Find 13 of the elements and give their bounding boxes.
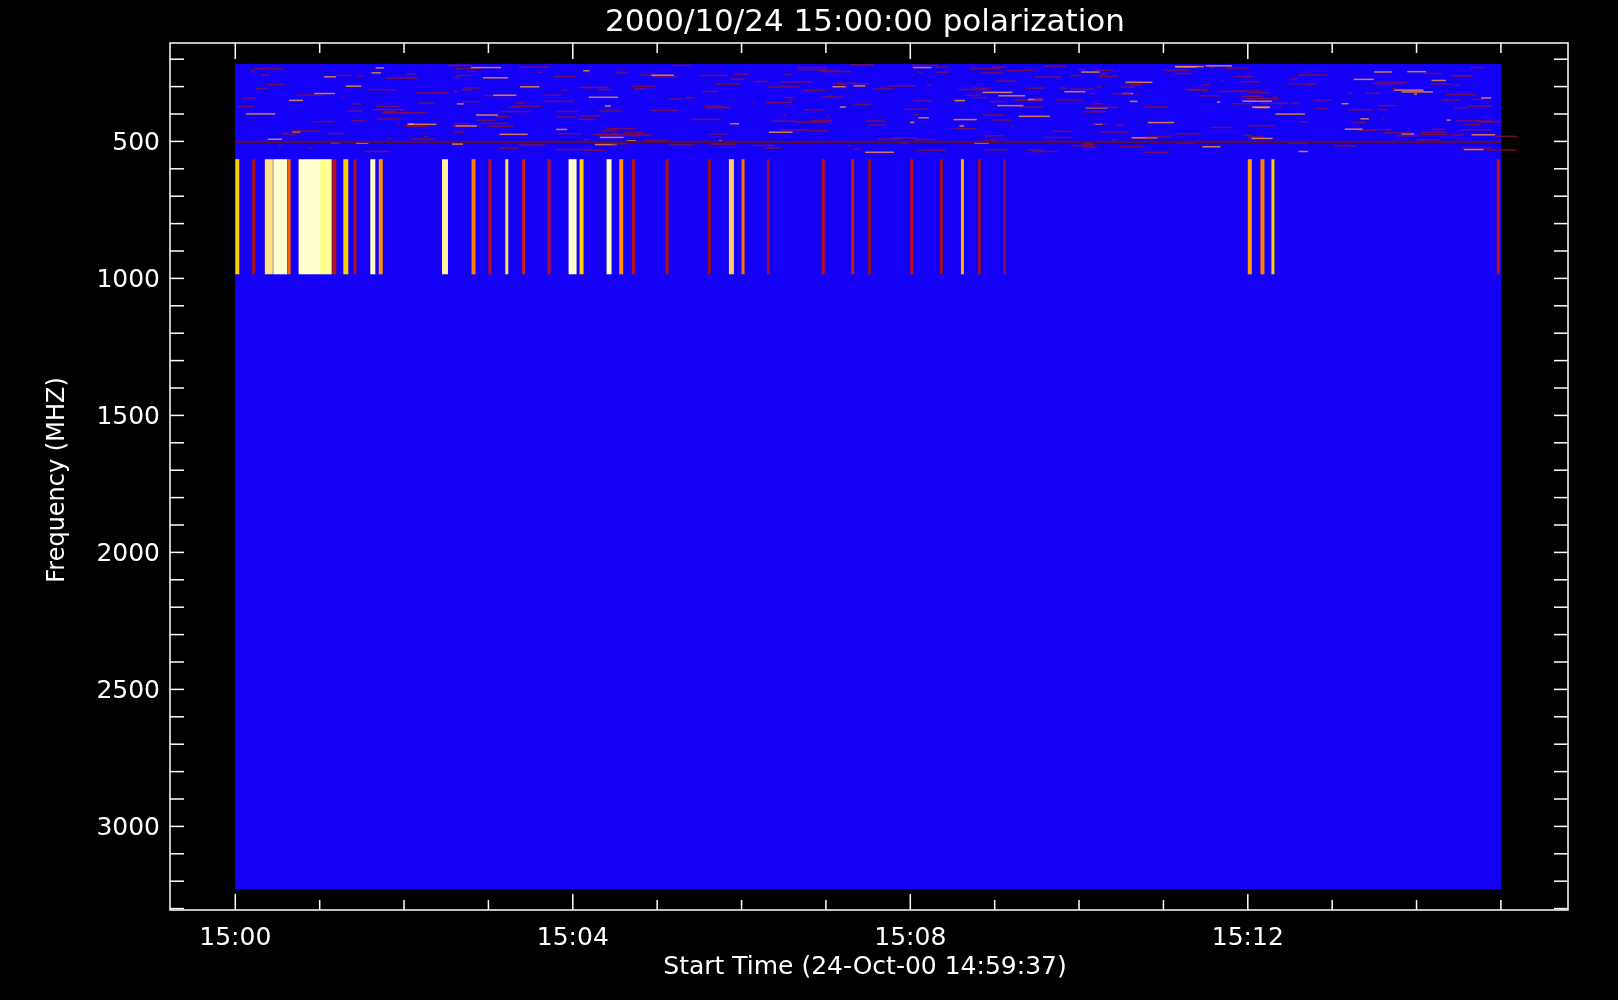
y-tick-label: 2000: [96, 538, 160, 568]
y-tick-label: 3000: [96, 812, 160, 842]
y-tick-label: 1500: [96, 401, 160, 431]
x-tick-label: 15:00: [199, 922, 272, 951]
y-tick-label: 500: [112, 127, 160, 157]
y-axis-label: Frequency (MHZ): [42, 377, 70, 583]
y-tick-label: 2500: [96, 675, 160, 705]
x-tick-label: 15:04: [536, 922, 609, 951]
y-tick-label: 1000: [96, 264, 160, 294]
x-tick-label: 15:08: [874, 922, 947, 951]
plot-title: 2000/10/24 15:00:00 polarization: [605, 2, 1125, 38]
x-tick-label: 15:12: [1211, 922, 1284, 951]
x-axis-label: Start Time (24-Oct-00 14:59:37): [663, 951, 1067, 980]
